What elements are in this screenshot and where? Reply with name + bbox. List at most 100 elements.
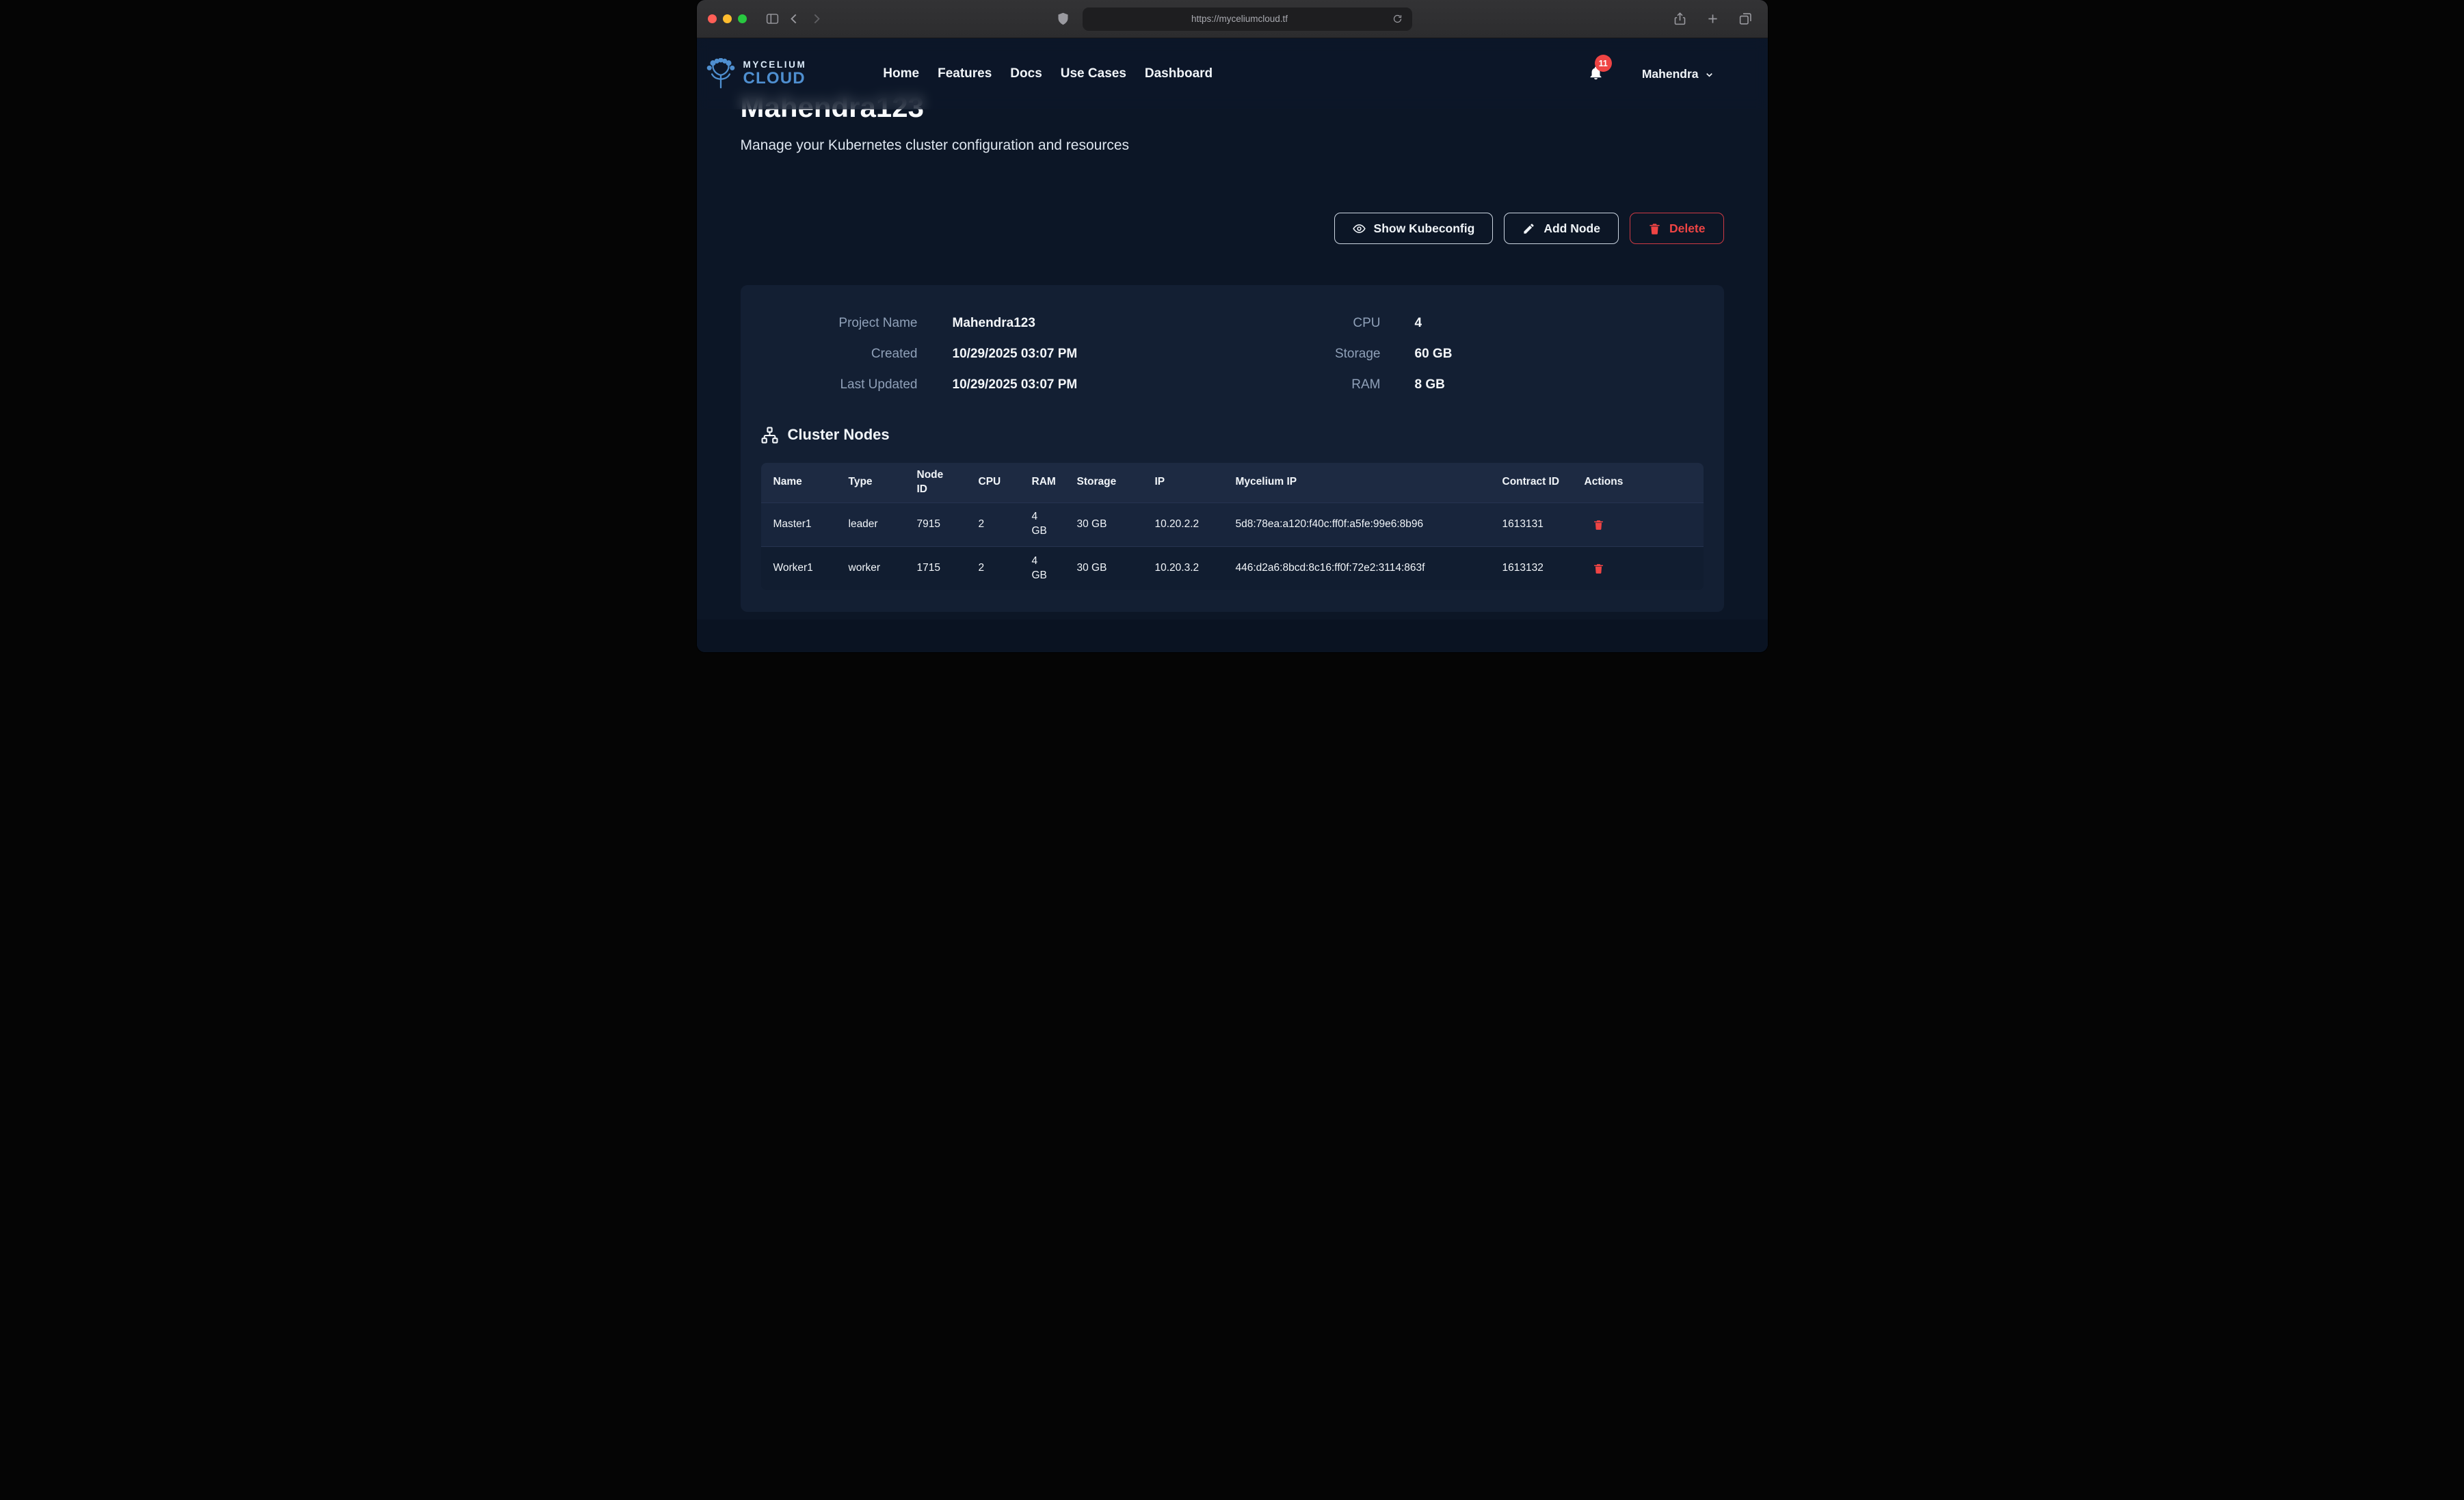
back-icon — [787, 12, 802, 26]
cell-mycelium-ip: 446:d2a6:8bcd:8c16:ff0f:72e2:3114:863f — [1223, 546, 1490, 590]
window-close-button[interactable] — [708, 14, 717, 23]
col-cpu: CPU — [966, 463, 1020, 503]
cell-contract-id: 1613131 — [1490, 503, 1572, 546]
forward-button[interactable] — [806, 8, 827, 30]
sidebar-toggle-button[interactable] — [762, 8, 784, 30]
logo-line2: CLOUD — [743, 70, 807, 87]
cell-cpu: 2 — [966, 546, 1020, 590]
col-actions: Actions — [1572, 463, 1704, 503]
eye-icon — [1353, 222, 1366, 235]
col-type: Type — [836, 463, 905, 503]
cell-contract-id: 1613132 — [1490, 546, 1572, 590]
web-page: MYCELIUM CLOUD Home Features Docs Use Ca… — [697, 38, 1768, 652]
delete-label: Delete — [1669, 222, 1706, 236]
add-node-button[interactable]: Add Node — [1504, 213, 1619, 244]
storage-value: 60 GB — [1415, 346, 1704, 362]
table-header-row: Name Type Node ID CPU RAM Storage IP Myc… — [761, 463, 1704, 503]
footer-strip — [697, 619, 1768, 652]
cluster-card: Project Name Mahendra123 Created 10/29/2… — [741, 285, 1724, 612]
show-kubeconfig-label: Show Kubeconfig — [1374, 222, 1475, 236]
nav-links: Home Features Docs Use Cases Dashboard — [883, 66, 1213, 81]
window-minimize-button[interactable] — [723, 14, 732, 23]
detail-label: RAM — [1144, 377, 1381, 393]
details-left: Project Name Mahendra123 Created 10/29/2… — [761, 315, 1144, 393]
tabs-icon — [1738, 12, 1753, 26]
cell-ip: 10.20.3.2 — [1143, 546, 1223, 590]
notification-badge: 11 — [1595, 55, 1612, 72]
last-updated-value: 10/29/2025 03:07 PM — [953, 377, 1144, 393]
cell-name: Master1 — [761, 503, 836, 546]
cell-name: Worker1 — [761, 546, 836, 590]
col-name: Name — [761, 463, 836, 503]
nav-item-home[interactable]: Home — [883, 66, 919, 81]
col-ram: RAM — [1020, 463, 1065, 503]
reload-button[interactable] — [1390, 12, 1405, 27]
pencil-icon — [1522, 222, 1535, 235]
cpu-value: 4 — [1415, 315, 1704, 332]
show-kubeconfig-button[interactable]: Show Kubeconfig — [1334, 213, 1494, 244]
notifications-button[interactable]: 11 — [1588, 65, 1604, 83]
nav-item-docs[interactable]: Docs — [1010, 66, 1042, 81]
browser-toolbar: https://myceliumcloud.tf — [697, 0, 1768, 38]
cell-storage: 30 GB — [1065, 546, 1143, 590]
browser-window: https://myceliumcloud.tf — [697, 0, 1768, 652]
details-right: CPU 4 Storage 60 GB RAM 8 GB — [1144, 315, 1704, 393]
chevron-down-icon — [1704, 70, 1714, 80]
trash-icon — [1593, 563, 1604, 574]
sidebar-icon — [765, 12, 780, 26]
new-tab-button[interactable] — [1702, 8, 1724, 30]
cell-node-id: 7915 — [905, 503, 966, 546]
project-name-value: Mahendra123 — [953, 315, 1144, 332]
plus-icon — [1706, 12, 1720, 26]
col-mycelium-ip: Mycelium IP — [1223, 463, 1490, 503]
created-value: 10/29/2025 03:07 PM — [953, 346, 1144, 362]
nodes-table-wrap: Name Type Node ID CPU RAM Storage IP Myc… — [761, 463, 1704, 590]
nav-item-dashboard[interactable]: Dashboard — [1145, 66, 1213, 81]
cell-type: leader — [836, 503, 905, 546]
user-menu[interactable]: Mahendra — [1642, 67, 1714, 81]
add-node-label: Add Node — [1544, 222, 1600, 236]
back-button[interactable] — [784, 8, 806, 30]
ram-value: 8 GB — [1415, 377, 1704, 393]
trash-icon — [1593, 519, 1604, 531]
col-contract-id: Contract ID — [1490, 463, 1572, 503]
logo[interactable]: MYCELIUM CLOUD — [705, 58, 807, 90]
cell-storage: 30 GB — [1065, 503, 1143, 546]
col-ip: IP — [1143, 463, 1223, 503]
cell-actions — [1572, 546, 1704, 590]
address-bar[interactable]: https://myceliumcloud.tf — [1083, 8, 1412, 31]
user-name: Mahendra — [1642, 67, 1699, 81]
address-bar-group: https://myceliumcloud.tf — [1052, 8, 1412, 31]
nodes-table: Name Type Node ID CPU RAM Storage IP Myc… — [761, 463, 1704, 590]
nav-item-features[interactable]: Features — [938, 66, 992, 81]
page-subtitle: Manage your Kubernetes cluster configura… — [741, 137, 1724, 154]
trash-icon — [1648, 222, 1661, 235]
cluster-nodes-title: Cluster Nodes — [788, 426, 890, 444]
cell-ram: 4 GB — [1020, 546, 1065, 590]
share-button[interactable] — [1669, 8, 1691, 30]
delete-node-button[interactable] — [1593, 519, 1604, 531]
cell-type: worker — [836, 546, 905, 590]
detail-label: Project Name — [761, 315, 918, 332]
cell-node-id: 1715 — [905, 546, 966, 590]
delete-cluster-button[interactable]: Delete — [1630, 213, 1724, 244]
detail-label: Storage — [1144, 346, 1381, 362]
site-navbar: MYCELIUM CLOUD Home Features Docs Use Ca… — [697, 38, 1768, 109]
privacy-shield-button[interactable] — [1052, 8, 1074, 30]
window-controls — [708, 14, 747, 23]
url-text: https://myceliumcloud.tf — [1089, 14, 1390, 24]
main-content: Mahendra123 Manage your Kubernetes clust… — [697, 38, 1768, 612]
cell-ram: 4 GB — [1020, 503, 1065, 546]
cell-ip: 10.20.2.2 — [1143, 503, 1223, 546]
shield-icon — [1056, 12, 1070, 26]
tab-overview-button[interactable] — [1735, 8, 1757, 30]
delete-node-button[interactable] — [1593, 563, 1604, 574]
nav-item-use-cases[interactable]: Use Cases — [1061, 66, 1126, 81]
toolbar-right — [1669, 8, 1757, 30]
logo-line1: MYCELIUM — [743, 60, 807, 70]
cell-cpu: 2 — [966, 503, 1020, 546]
reload-icon — [1392, 14, 1403, 24]
col-node-id: Node ID — [905, 463, 966, 503]
table-row: Worker1 worker 1715 2 4 GB 30 GB 10.20.3… — [761, 546, 1704, 590]
window-zoom-button[interactable] — [738, 14, 747, 23]
